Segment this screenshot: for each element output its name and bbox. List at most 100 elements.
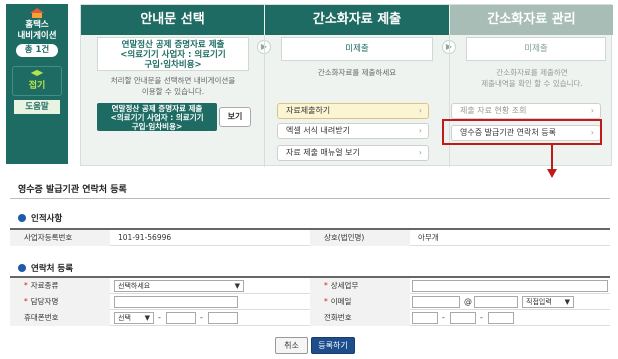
fold-label: 접기	[28, 81, 46, 91]
section-contact: 연락처 등록	[18, 262, 73, 274]
submit-status-badge: 미제출	[281, 37, 433, 61]
label-text: 상세업무	[330, 281, 359, 290]
menu-download-excel[interactable]: 엑셀 서식 내려받기 ›	[277, 123, 429, 139]
phone-area-input[interactable]	[412, 312, 438, 324]
company-value: 아무개	[418, 233, 439, 242]
manager-name-input[interactable]	[114, 296, 238, 308]
dash: -	[200, 313, 203, 322]
contact-table: * 자료종류 선택하세요 ▼ * 상세업무 * 담당자명 * 이메일 @ 직접입력 ▼ 휴대…	[10, 276, 610, 326]
email-label: * 이메일	[310, 294, 410, 310]
menu-submission-status[interactable]: 제출 자료 현황 조회 ›	[451, 103, 601, 119]
manage-info: 간소화자료를 제출하면 제출내역을 확인 할 수 있습니다.	[453, 67, 611, 89]
help-button[interactable]: 도움말	[14, 100, 60, 114]
view-notice-button[interactable]: 보기	[219, 107, 251, 127]
table-row: 사업자등록번호 101-91-56996 상호(법인명) 아무개	[10, 230, 610, 246]
homtax-navigator: 홈택스 내비게이션 총 1건 ◀▶ 접기 도움말 안내문 선택 간소화자료 제출…	[0, 0, 618, 178]
manager-label: * 담당자명	[10, 294, 110, 310]
navigator-title: 홈택스 내비게이션	[6, 20, 68, 42]
selected-notice-item[interactable]: 연말정산 공제 증명자료 제출 <의료기기 사업자 : 의료기기 구입·임차비용…	[97, 103, 217, 131]
selected-notice-line: 구입·임차비용>	[131, 122, 183, 131]
bullet-icon	[18, 264, 26, 272]
table-row: * 자료종류 선택하세요 ▼ * 상세업무	[10, 278, 610, 294]
label-text: 담당자명	[30, 297, 59, 306]
dropdown-arrow-icon: ▼	[234, 282, 240, 290]
menu-view-manual[interactable]: 자료 제출 매뉴얼 보기 ›	[277, 145, 429, 161]
chevron-right-icon: ›	[418, 106, 422, 115]
menu-label: 엑셀 서식 내려받기	[286, 126, 350, 135]
step-header-notice[interactable]: 안내문 선택	[81, 5, 264, 35]
email-domain-input[interactable]	[474, 296, 518, 308]
section-label: 인적사항	[31, 214, 63, 224]
form-title: 영수증 발급기관 연락처 등록	[18, 185, 127, 195]
label-text: 이메일	[330, 297, 352, 306]
submit-info: 간소화자료를 제출하세요	[317, 68, 397, 77]
table-row: * 담당자명 * 이메일 @ 직접입력 ▼	[10, 294, 610, 310]
manage-info-line: 제출내역을 확인 할 수 있습니다.	[481, 79, 583, 88]
label-text: 자료종류	[30, 281, 59, 290]
selected-notice-line: 연말정산 공제 증명자료 제출	[111, 104, 203, 113]
divider	[10, 198, 610, 199]
mobile-middle-input[interactable]	[166, 312, 196, 324]
chevron-right-icon: ›	[418, 148, 422, 157]
select-value: 선택	[118, 314, 131, 322]
notice-desc-line: 연말정산 공제 증명자료 제출	[121, 40, 225, 50]
arrow-down-icon	[547, 145, 557, 178]
menu-label: 제출 자료 현황 조회	[460, 106, 527, 115]
detail-input[interactable]	[412, 280, 608, 292]
menu-submit-data[interactable]: 자료제출하기 ›	[277, 103, 429, 119]
data-type-select[interactable]: 선택하세요 ▼	[114, 280, 244, 292]
dash: -	[480, 313, 483, 322]
register-button[interactable]: 등록하기	[311, 337, 355, 354]
phone-label: 전화번호	[310, 310, 410, 326]
dash: -	[442, 313, 445, 322]
phone-middle-input[interactable]	[450, 312, 476, 324]
bullet-icon	[18, 214, 26, 222]
email-id-input[interactable]	[412, 296, 460, 308]
required-mark: *	[324, 281, 328, 290]
required-mark: *	[24, 281, 28, 290]
company-label: 상호(법인명)	[310, 230, 410, 246]
required-mark: *	[324, 297, 328, 306]
detail-label: * 상세업무	[310, 278, 410, 294]
selected-notice-line: <의료기기 사업자 : 의료기기	[110, 113, 204, 122]
fold-button[interactable]: ◀▶ 접기	[12, 66, 62, 96]
column-divider	[449, 35, 450, 167]
data-type-label: * 자료종류	[10, 278, 110, 294]
section-personal-info: 인적사항	[18, 212, 62, 224]
dropdown-arrow-icon: ▼	[564, 298, 570, 306]
house-icon	[30, 8, 44, 18]
menu-label: 자료제출하기	[286, 106, 331, 115]
mobile-last-input[interactable]	[208, 312, 238, 324]
manage-info-line: 간소화자료를 제출하면	[496, 68, 568, 77]
chevron-right-icon: ›	[590, 106, 594, 115]
dropdown-arrow-icon: ▼	[144, 314, 150, 322]
notice-desc-line: 구입·임차비용>	[144, 60, 202, 70]
phone-last-input[interactable]	[488, 312, 514, 324]
notice-info-line: 이용할 수 있습니다.	[141, 87, 205, 96]
notice-count-badge: 총 1건	[16, 44, 58, 57]
navigator-title-line1: 홈택스	[25, 20, 49, 30]
chevron-right-icon: ›	[418, 126, 422, 135]
column-divider	[264, 35, 265, 167]
personal-info-table: 사업자등록번호 101-91-56996 상호(법인명) 아무개	[10, 228, 610, 246]
select-value: 직접입력	[526, 298, 552, 306]
navigator-sidebar: 홈택스 내비게이션 총 1건 ◀▶ 접기 도움말	[6, 4, 68, 164]
step-header-submit[interactable]: 간소화자료 제출	[265, 5, 449, 35]
manage-status-badge: 미제출	[466, 37, 606, 61]
biz-no-value: 101-91-56996	[118, 233, 172, 242]
fold-arrows-icon: ◀▶	[30, 68, 44, 77]
notice-info: 처리할 안내문을 선택하면 내비게이션을 이용할 수 있습니다.	[87, 75, 259, 97]
table-row: 휴대폰번호 선택 ▼ - - 전화번호 - -	[10, 310, 610, 326]
step-header-manage[interactable]: 간소화자료 관리	[450, 5, 613, 35]
required-mark: *	[24, 297, 28, 306]
cancel-button[interactable]: 취소	[275, 337, 308, 354]
mobile-prefix-select[interactable]: 선택 ▼	[114, 312, 154, 324]
dash: -	[158, 313, 161, 322]
menu-label: 자료 제출 매뉴얼 보기	[286, 148, 360, 157]
highlight-box	[442, 119, 602, 145]
mobile-label: 휴대폰번호	[10, 310, 110, 326]
email-domain-select[interactable]: 직접입력 ▼	[522, 296, 574, 308]
navigator-title-line2: 내비게이션	[17, 31, 57, 41]
select-value: 선택하세요	[118, 282, 151, 290]
notice-desc-line: <의료기기 사업자 : 의료기기	[120, 50, 226, 60]
